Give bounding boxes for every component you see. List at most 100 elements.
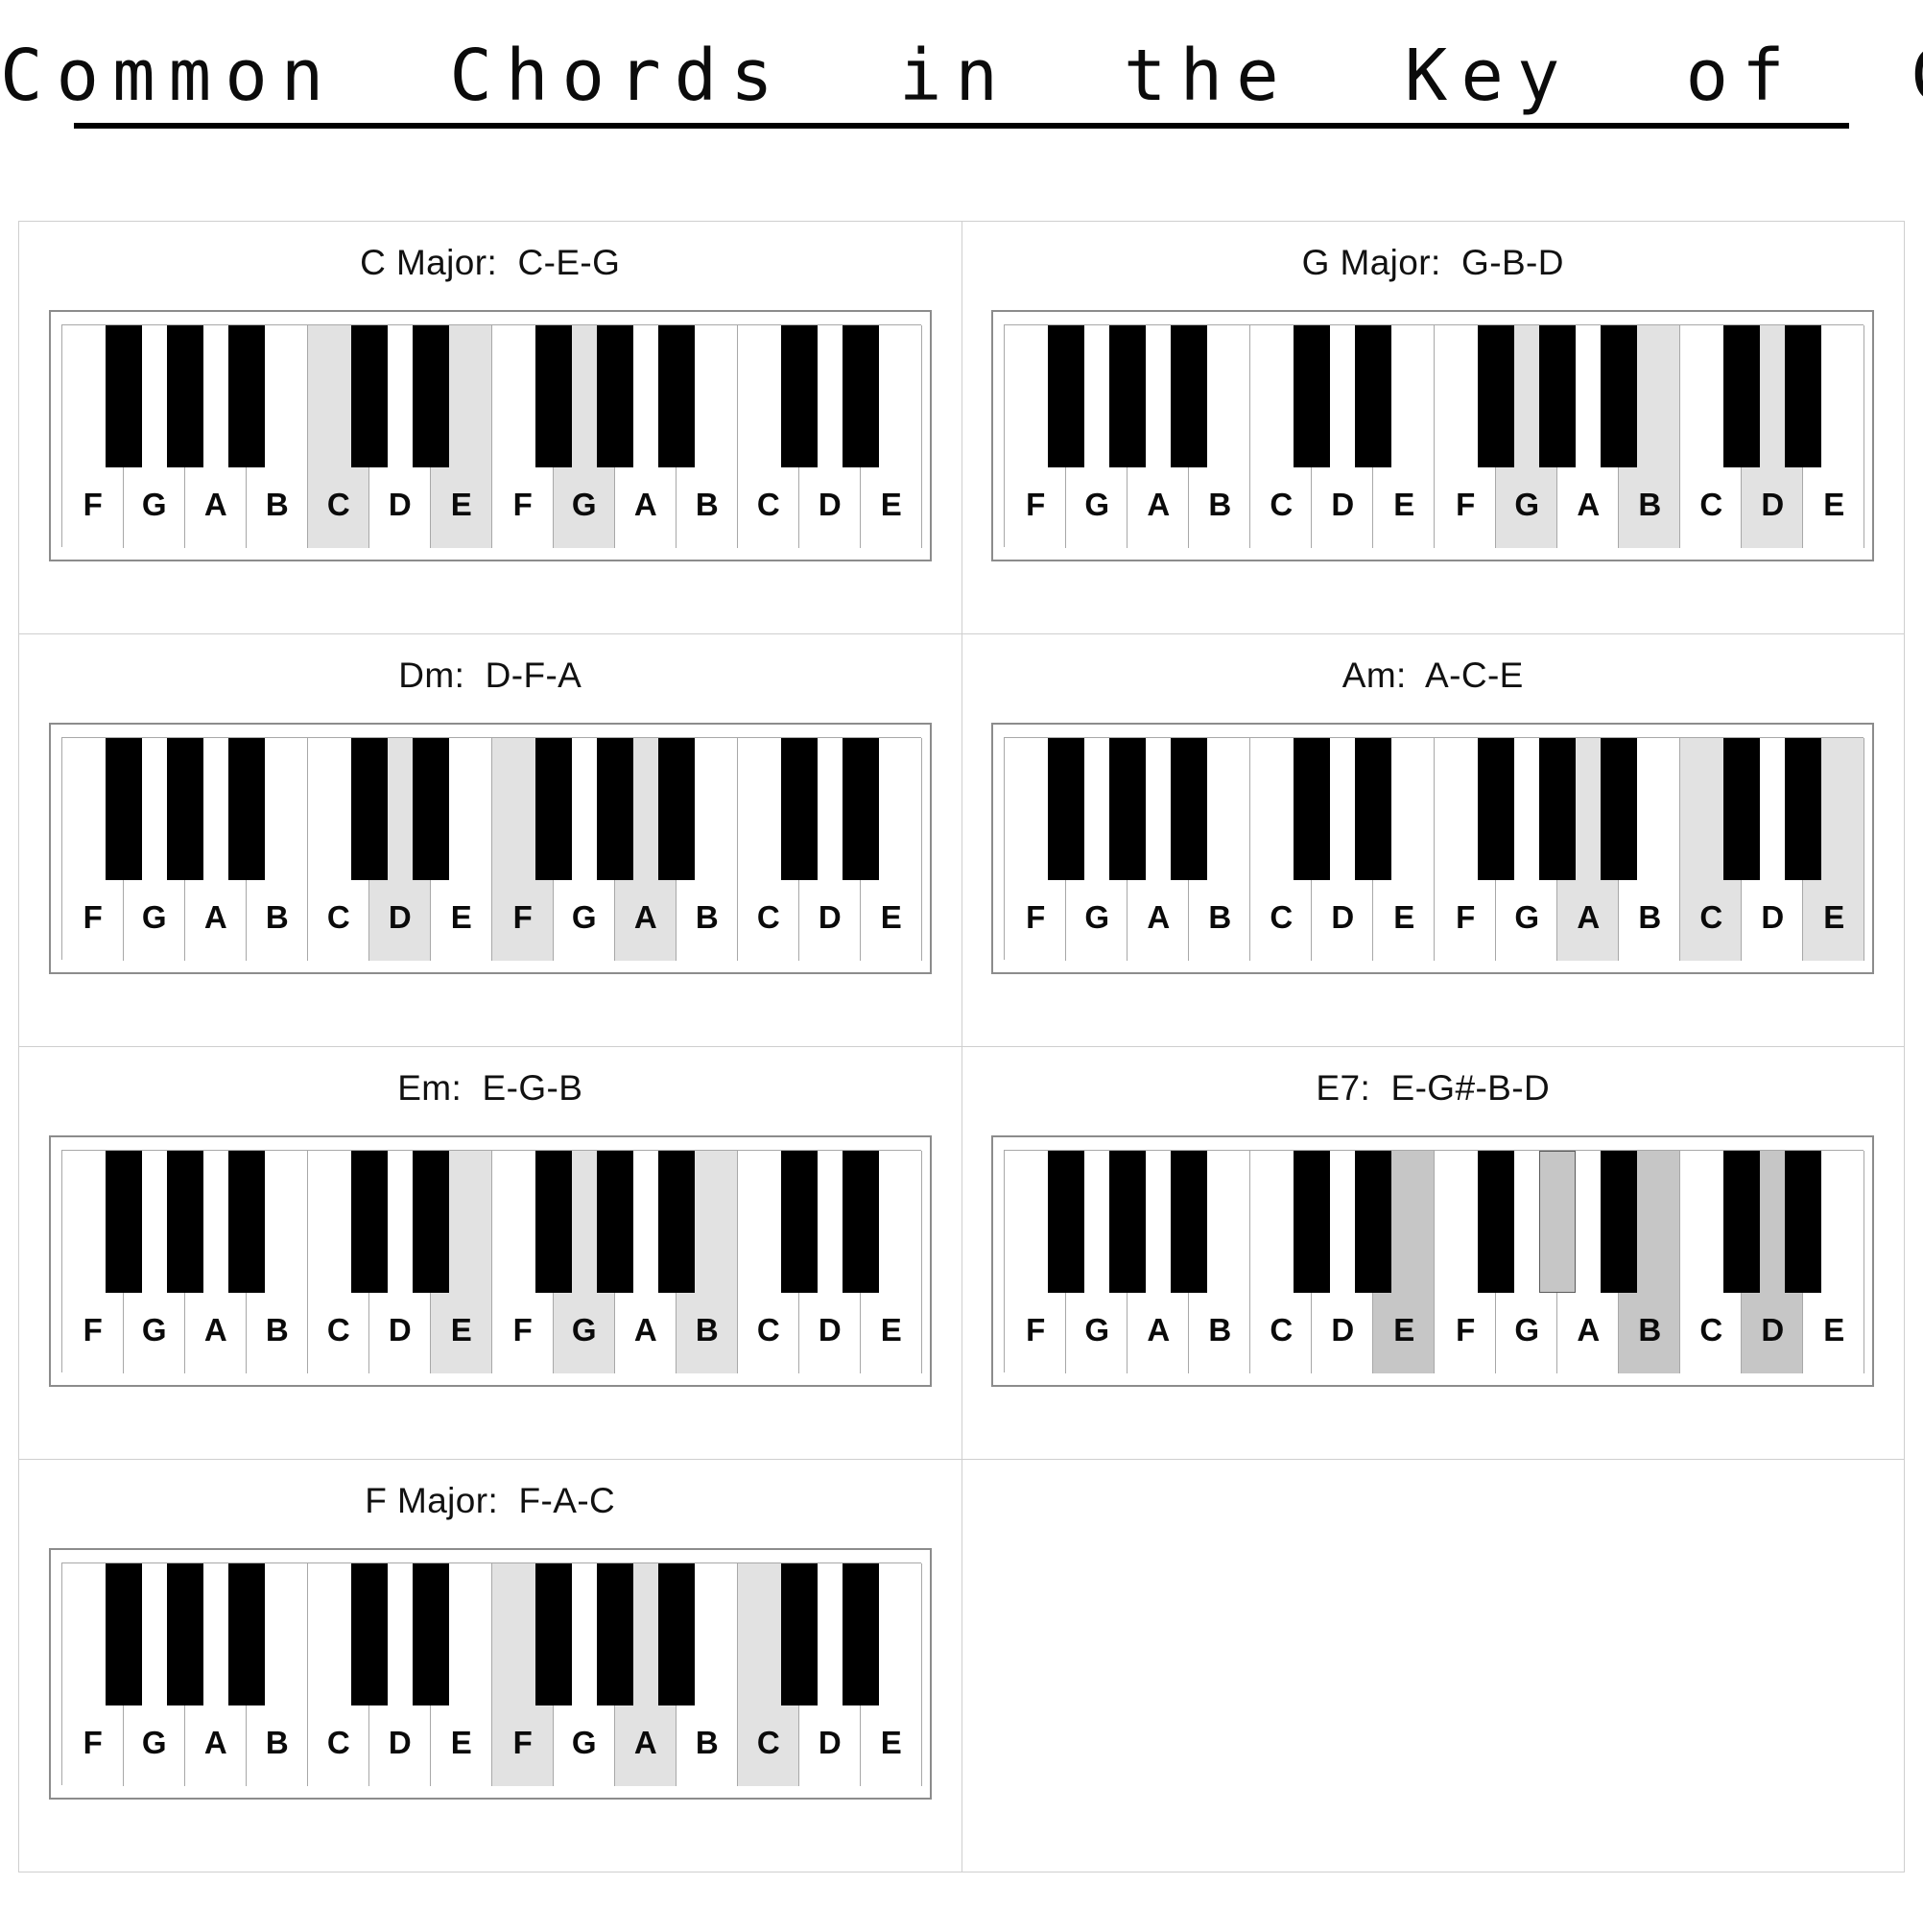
white-key-label: D xyxy=(388,1725,412,1760)
white-key-label: A xyxy=(633,1725,657,1760)
piano-keyboard: FGABCDEFGABCDE xyxy=(48,1135,932,1387)
black-key-after-f-0[interactable] xyxy=(105,1563,142,1705)
black-key-after-d-5[interactable] xyxy=(412,1563,449,1705)
black-key-after-g-8[interactable] xyxy=(1539,1151,1577,1293)
black-key-after-g-1[interactable] xyxy=(1109,325,1147,467)
black-key-after-d-5[interactable] xyxy=(412,738,449,880)
black-key-after-d-12[interactable] xyxy=(842,325,879,467)
white-key-label: E xyxy=(880,899,902,935)
black-key-after-a-9[interactable] xyxy=(657,325,695,467)
black-key-after-c-4[interactable] xyxy=(1294,1151,1331,1293)
white-key-label: F xyxy=(83,1725,103,1760)
black-key-after-f-7[interactable] xyxy=(534,738,572,880)
black-key-after-d-5[interactable] xyxy=(412,325,449,467)
black-key-after-a-2[interactable] xyxy=(227,1151,265,1293)
black-key-after-g-8[interactable] xyxy=(596,738,633,880)
title-underline-rule xyxy=(74,123,1849,129)
chord-cell-f-major: F Major: F-A-C F G A B C D E F G A B C D E xyxy=(19,1460,962,1872)
black-key-after-a-9[interactable] xyxy=(1601,325,1638,467)
black-key-after-a-2[interactable] xyxy=(1171,325,1208,467)
black-key-after-a-9[interactable] xyxy=(1601,738,1638,880)
black-key-after-a-9[interactable] xyxy=(657,1563,695,1705)
white-key-label: F xyxy=(1456,487,1476,522)
white-key-label: A xyxy=(1577,899,1601,935)
white-key-label: B xyxy=(695,1312,719,1348)
black-key-after-g-1[interactable] xyxy=(166,738,203,880)
black-key-after-g-1[interactable] xyxy=(1109,1151,1147,1293)
white-key-label: A xyxy=(633,487,657,522)
black-key-after-f-0[interactable] xyxy=(1048,1151,1085,1293)
black-key-after-g-1[interactable] xyxy=(1109,738,1147,880)
white-key-label: B xyxy=(695,487,719,522)
black-key-after-d-12[interactable] xyxy=(842,1563,879,1705)
black-key-after-f-7[interactable] xyxy=(534,1563,572,1705)
black-key-after-g-8[interactable] xyxy=(1539,738,1577,880)
black-key-after-f-0[interactable] xyxy=(1048,325,1085,467)
black-key-after-g-1[interactable] xyxy=(166,1563,203,1705)
black-key-after-a-2[interactable] xyxy=(227,738,265,880)
white-key-label: C xyxy=(756,487,780,522)
white-key-label: B xyxy=(695,1725,719,1760)
white-key-label: G xyxy=(571,899,597,935)
black-key-after-c-11[interactable] xyxy=(1723,738,1761,880)
black-key-after-f-7[interactable] xyxy=(1478,325,1515,467)
black-key-after-a-2[interactable] xyxy=(227,325,265,467)
black-key-after-f-7[interactable] xyxy=(1478,738,1515,880)
black-key-after-f-7[interactable] xyxy=(1478,1151,1515,1293)
black-key-after-c-4[interactable] xyxy=(350,738,388,880)
black-key-after-f-0[interactable] xyxy=(1048,738,1085,880)
white-key-label: D xyxy=(1761,1312,1785,1348)
black-key-after-d-12[interactable] xyxy=(1785,738,1822,880)
white-key-label: D xyxy=(388,1312,412,1348)
white-key-label: G xyxy=(141,1312,167,1348)
black-key-after-c-11[interactable] xyxy=(1723,325,1761,467)
black-key-after-c-4[interactable] xyxy=(350,325,388,467)
black-key-after-d-5[interactable] xyxy=(412,1151,449,1293)
keybed: FGABCDEFGABCDE xyxy=(60,1562,922,1786)
black-key-after-c-11[interactable] xyxy=(780,738,818,880)
white-key-label: C xyxy=(756,1312,780,1348)
black-key-after-f-7[interactable] xyxy=(534,1151,572,1293)
black-key-after-g-8[interactable] xyxy=(596,325,633,467)
black-key-after-d-12[interactable] xyxy=(842,738,879,880)
chord-title: G Major: G-B-D xyxy=(1301,243,1564,282)
black-key-after-d-5[interactable] xyxy=(1355,325,1392,467)
black-key-after-f-7[interactable] xyxy=(534,325,572,467)
white-key-label: G xyxy=(571,1725,597,1760)
black-key-after-c-4[interactable] xyxy=(1294,738,1331,880)
white-key-label: C xyxy=(756,899,780,935)
black-key-after-c-11[interactable] xyxy=(1723,1151,1761,1293)
black-key-after-a-2[interactable] xyxy=(1171,738,1208,880)
black-key-after-g-8[interactable] xyxy=(596,1563,633,1705)
black-key-after-c-11[interactable] xyxy=(780,1151,818,1293)
white-key-label: A xyxy=(203,487,227,522)
piano-keyboard: FGABCDEFGABCDE xyxy=(991,1135,1875,1387)
white-key-label: B xyxy=(695,899,719,935)
white-key-label: B xyxy=(1208,899,1232,935)
white-key-label: E xyxy=(1823,1312,1845,1348)
black-key-after-g-1[interactable] xyxy=(166,1151,203,1293)
black-key-after-a-2[interactable] xyxy=(227,1563,265,1705)
black-key-after-f-0[interactable] xyxy=(105,738,142,880)
black-key-after-d-12[interactable] xyxy=(1785,325,1822,467)
black-key-after-c-11[interactable] xyxy=(780,1563,818,1705)
black-key-after-a-9[interactable] xyxy=(657,738,695,880)
white-key-label: A xyxy=(203,899,227,935)
black-key-after-d-12[interactable] xyxy=(842,1151,879,1293)
black-key-after-a-9[interactable] xyxy=(657,1151,695,1293)
black-key-after-c-11[interactable] xyxy=(780,325,818,467)
black-key-after-g-8[interactable] xyxy=(1539,325,1577,467)
black-key-after-c-4[interactable] xyxy=(1294,325,1331,467)
white-key-label: D xyxy=(1761,487,1785,522)
black-key-after-f-0[interactable] xyxy=(105,325,142,467)
black-key-after-d-12[interactable] xyxy=(1785,1151,1822,1293)
black-key-after-c-4[interactable] xyxy=(350,1151,388,1293)
black-key-after-d-5[interactable] xyxy=(1355,738,1392,880)
black-key-after-d-5[interactable] xyxy=(1355,1151,1392,1293)
black-key-after-g-8[interactable] xyxy=(596,1151,633,1293)
black-key-after-c-4[interactable] xyxy=(350,1563,388,1705)
black-key-after-a-2[interactable] xyxy=(1171,1151,1208,1293)
black-key-after-g-1[interactable] xyxy=(166,325,203,467)
black-key-after-a-9[interactable] xyxy=(1601,1151,1638,1293)
black-key-after-f-0[interactable] xyxy=(105,1151,142,1293)
